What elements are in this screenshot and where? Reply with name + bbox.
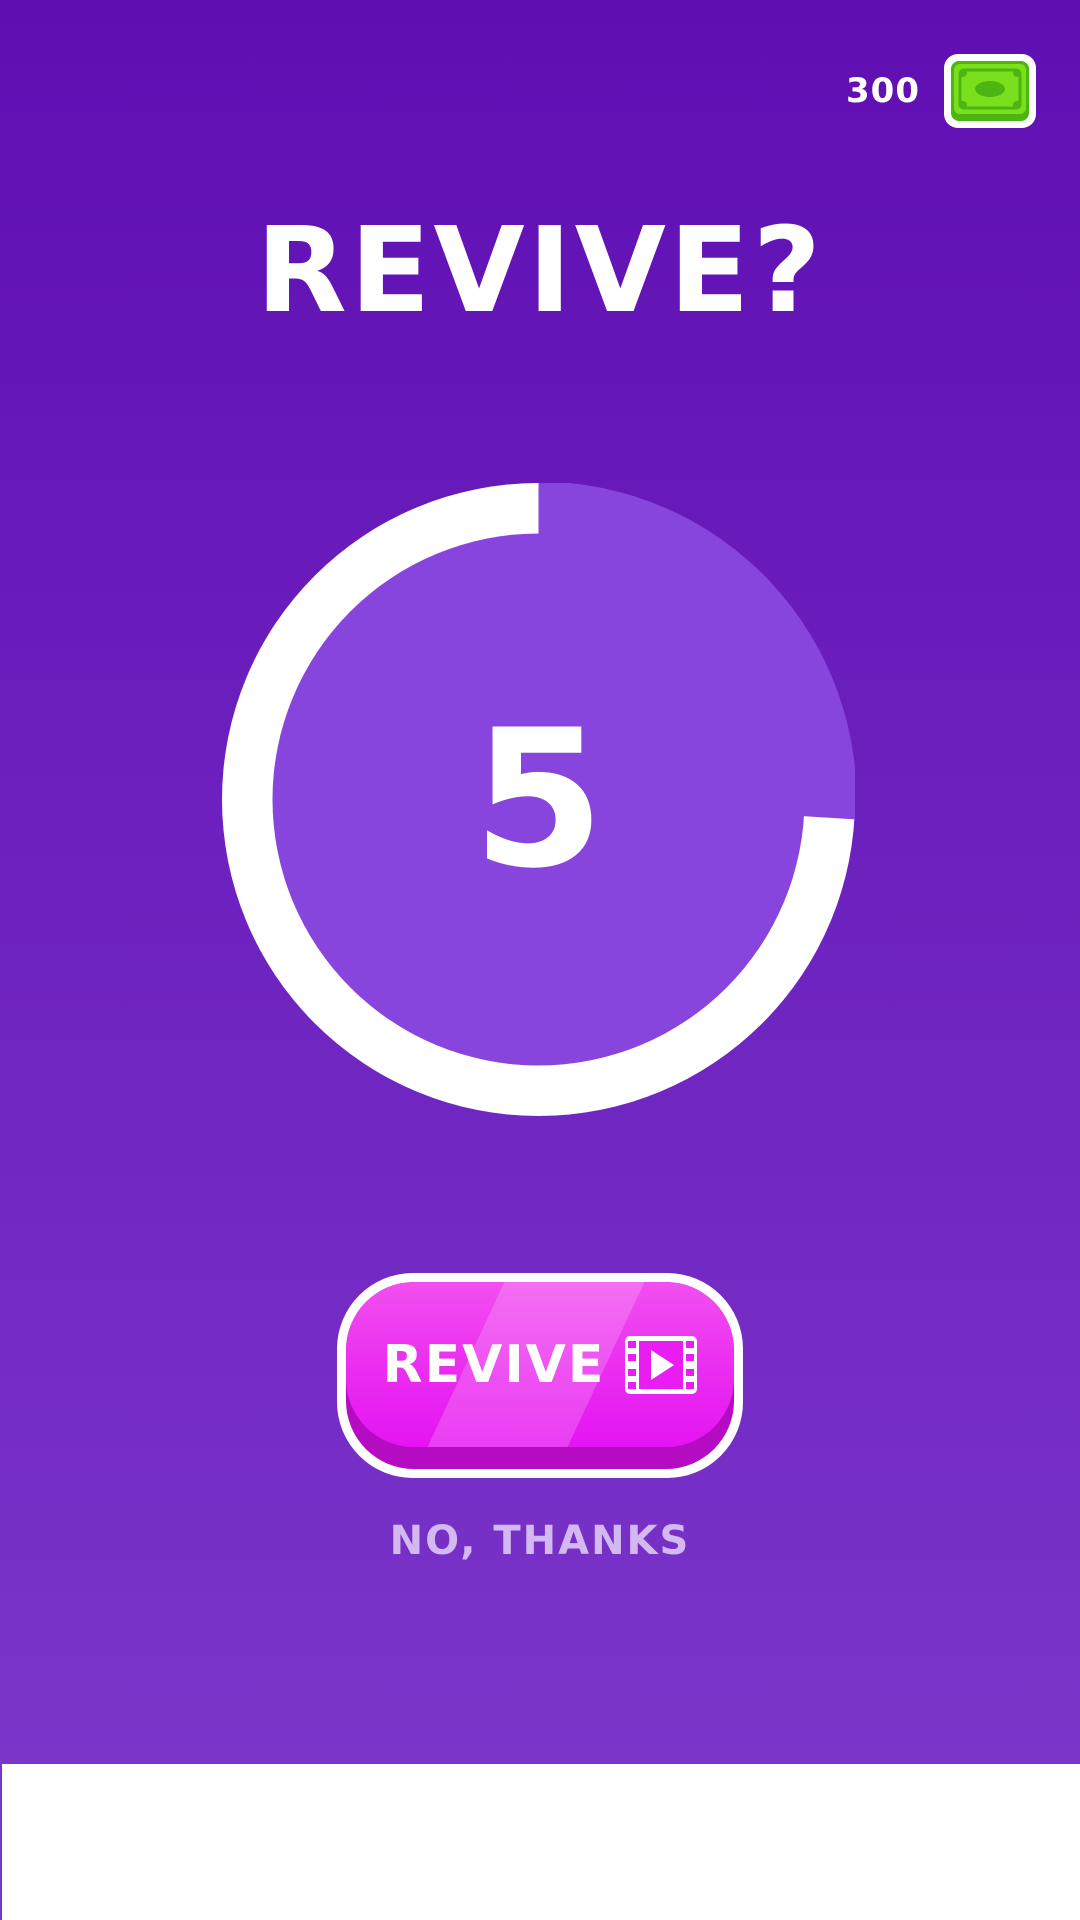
currency-display: 300 bbox=[846, 54, 1036, 128]
countdown-value: 5 bbox=[472, 689, 605, 910]
blank-footer bbox=[0, 1763, 1080, 1920]
no-thanks-link[interactable]: NO, THANKS bbox=[0, 1513, 1080, 1569]
revive-button-base: REVIVE bbox=[346, 1282, 734, 1469]
game-screen: 300 REVIVE? 5 REVIVE NO, THANKS bbox=[0, 0, 1080, 1763]
revive-button[interactable]: REVIVE bbox=[337, 1273, 743, 1478]
cash-icon bbox=[944, 54, 1036, 128]
revive-button-label: REVIVE bbox=[382, 1334, 606, 1395]
page-title: REVIVE? bbox=[255, 201, 825, 339]
currency-amount: 300 bbox=[846, 71, 920, 111]
countdown-timer: 5 bbox=[222, 483, 855, 1116]
video-ad-icon bbox=[625, 1335, 698, 1394]
revive-button-content: REVIVE bbox=[346, 1282, 734, 1447]
